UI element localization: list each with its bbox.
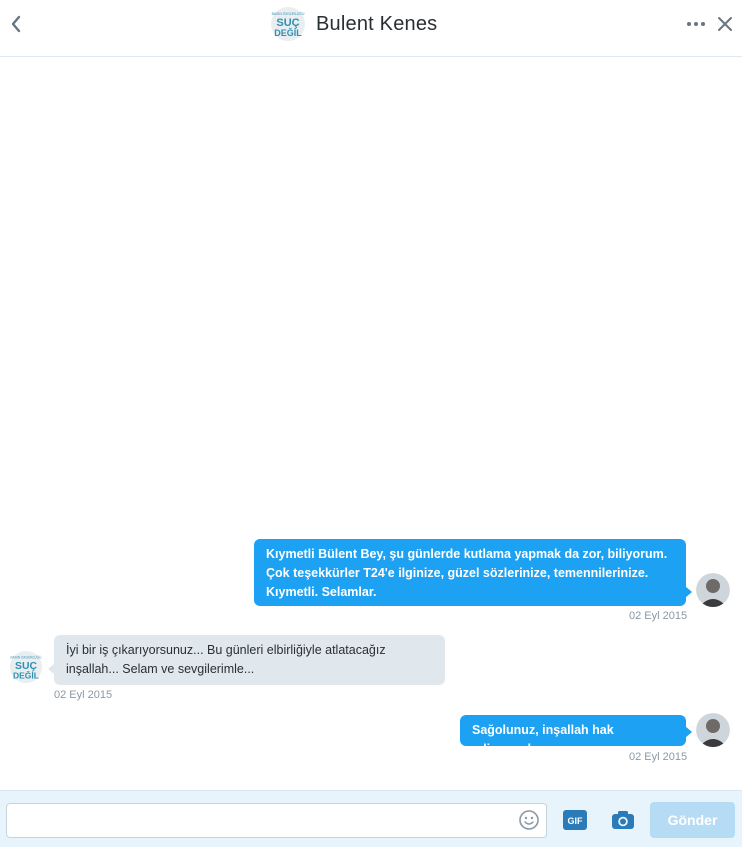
avatar-logo-text-bottom: DEĞİL (274, 27, 302, 38)
back-button[interactable] (6, 12, 26, 36)
conversation-title-group: BASIN ÖZGÜRLÜĞÜ SUÇ DEĞİL Bulent Kenes (270, 6, 437, 42)
emoji-button[interactable] (518, 809, 540, 831)
conversation-title: Bulent Kenes (316, 12, 438, 35)
message-timestamp: 02 Eyl 2015 (629, 610, 688, 622)
message-timestamp: 02 Eyl 2015 (54, 689, 113, 701)
camera-icon (612, 811, 634, 829)
chevron-left-icon (11, 15, 21, 33)
message-bubble-incoming[interactable]: İyi bir iş çıkarıyorsunuz... Bu günleri … (48, 635, 445, 685)
sender-logo-text-bottom: DEĞİL (13, 669, 39, 680)
more-options-button[interactable] (686, 14, 706, 34)
user-avatar[interactable] (696, 573, 730, 607)
send-button[interactable]: Gönder (650, 802, 735, 838)
message-text: Kıymetli Bülent Bey, şu günlerde kutlama… (266, 547, 668, 599)
avatar-logo-text-top: BASIN ÖZGÜRLÜĞÜ (272, 11, 305, 16)
message-bubble-outgoing[interactable]: Sağolunuz, inşallah hak ediyoruzdur. (460, 715, 692, 756)
more-dots-icon (687, 22, 705, 26)
close-button[interactable] (714, 13, 736, 35)
media-button[interactable] (610, 808, 636, 832)
message-text: Sağolunuz, inşallah hak ediyoruzdur. (472, 723, 614, 756)
gif-button[interactable]: GIF (562, 809, 588, 831)
user-avatar[interactable] (696, 713, 730, 747)
message-input[interactable] (6, 803, 547, 838)
gif-label: GIF (568, 816, 584, 826)
conversation-header: BASIN ÖZGÜRLÜĞÜ SUÇ DEĞİL Bulent Kenes (0, 0, 742, 57)
sender-avatar[interactable]: BASIN ÖZGÜRLÜĞÜ SUÇ DEĞİL (9, 650, 43, 684)
emoji-icon (519, 810, 539, 830)
close-icon (718, 17, 732, 31)
conversation-avatar[interactable]: BASIN ÖZGÜRLÜĞÜ SUÇ DEĞİL (270, 6, 306, 42)
sender-logo-text-top: BASIN ÖZGÜRLÜĞÜ (11, 655, 43, 660)
message-text: İyi bir iş çıkarıyorsunuz... Bu günleri … (66, 643, 386, 676)
message-timestamp: 02 Eyl 2015 (629, 751, 688, 763)
gif-icon: GIF (563, 810, 587, 830)
message-bubble-outgoing[interactable]: Kıymetli Bülent Bey, şu günlerde kutlama… (254, 539, 692, 606)
